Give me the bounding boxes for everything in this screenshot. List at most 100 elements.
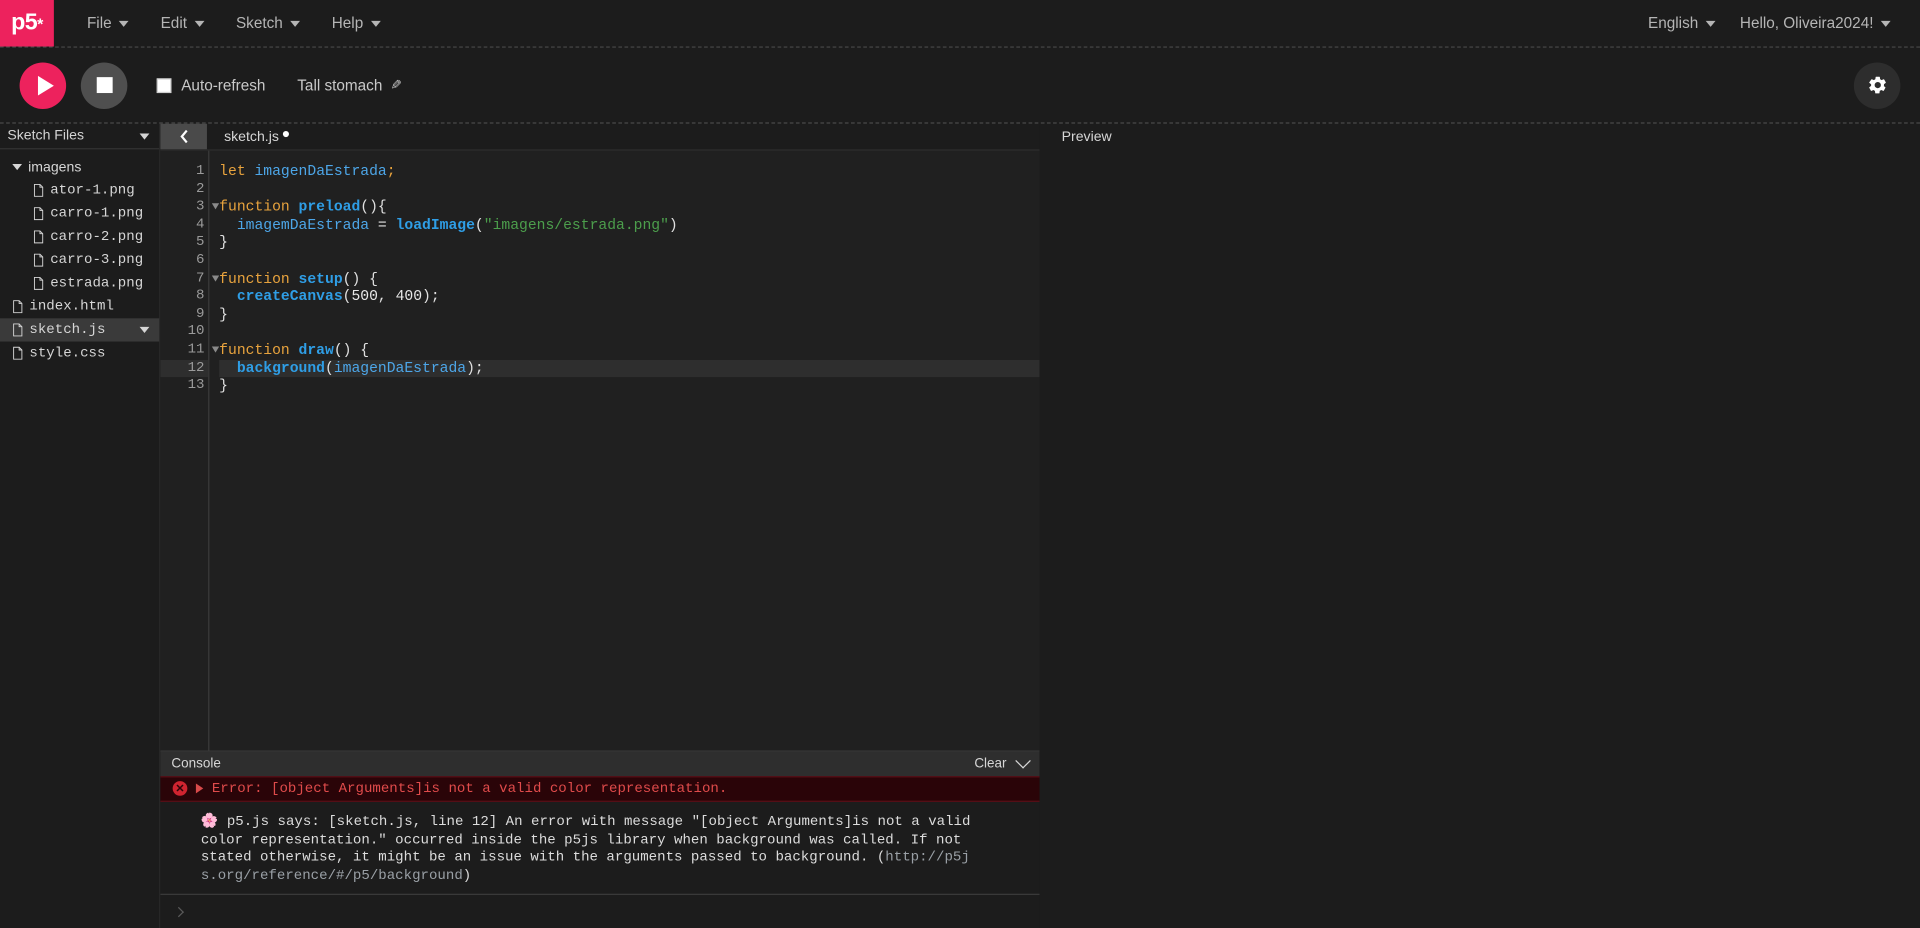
menu-help[interactable]: Help <box>316 0 396 47</box>
error-circle-icon: ✕ <box>172 781 188 797</box>
code-line: } <box>219 234 1039 252</box>
menu-edit[interactable]: Edit <box>145 0 220 47</box>
language-selector[interactable]: English <box>1636 0 1728 47</box>
tree-file-ator-1[interactable]: ator-1.png <box>0 179 159 202</box>
menu-sketch[interactable]: Sketch <box>220 0 316 47</box>
gear-icon <box>1868 76 1886 94</box>
code-token: ( <box>325 359 334 377</box>
workspace: Sketch Files imagens ator-1.png carro-1.… <box>0 123 1920 928</box>
code-token: } <box>219 234 229 252</box>
code-token: () { <box>342 270 378 288</box>
code-content[interactable]: let imagenDaEstrada; function preload(){… <box>209 151 1040 751</box>
console-clear-button[interactable]: Clear <box>974 756 1006 771</box>
p5-logo-asterisk: * <box>37 14 43 33</box>
code-token: background <box>236 359 326 377</box>
code-token: setup <box>298 270 343 288</box>
code-line: } <box>219 306 1039 324</box>
account-menu[interactable]: Hello, Oliveira2024! <box>1728 0 1903 47</box>
code-token: function <box>219 341 290 359</box>
settings-button[interactable] <box>1853 61 1901 109</box>
file-icon <box>13 323 23 337</box>
code-token: imagemDaEstrada <box>236 216 370 234</box>
tree-file-carro-1[interactable]: carro-1.png <box>0 202 159 225</box>
tree-item-label: estrada.png <box>50 275 144 292</box>
p5-web-editor: p5 * File Edit Sketch Help English Hello… <box>0 0 1920 928</box>
code-token: loadImage <box>395 216 475 234</box>
line-number: 9 <box>196 305 205 322</box>
chevron-down-icon[interactable] <box>139 132 150 139</box>
p5-logo[interactable]: p5 * <box>0 0 54 47</box>
tree-item-label: sketch.js <box>29 321 106 338</box>
tree-file-estrada[interactable]: estrada.png <box>0 272 159 295</box>
p5-logo-text: p5 <box>11 9 38 36</box>
auto-refresh-toggle[interactable]: Auto-refresh <box>156 77 265 94</box>
code-token: } <box>219 305 229 323</box>
preview-canvas-area[interactable] <box>1039 149 1920 928</box>
triangle-right-icon[interactable] <box>195 783 204 794</box>
file-icon <box>13 300 23 314</box>
file-icon <box>33 183 44 197</box>
chevron-down-icon[interactable] <box>1015 753 1031 770</box>
chevron-down-icon <box>194 20 205 27</box>
sidebar-header[interactable]: Sketch Files <box>0 124 160 150</box>
tab-sketch-js[interactable]: sketch.js <box>207 124 306 150</box>
editor-tabbar: sketch.js <box>160 123 1040 150</box>
console-header: Console Clear <box>160 751 1040 776</box>
tree-item-label: carro-2.png <box>50 228 144 245</box>
code-line: function preload(){ <box>219 199 1039 217</box>
sidebar: Sketch Files imagens ator-1.png carro-1.… <box>0 123 161 928</box>
sidebar-title: Sketch Files <box>7 128 85 144</box>
preview-header: Preview <box>1040 124 1920 150</box>
code-token: "imagens/estrada.png" <box>483 216 669 234</box>
tree-file-index-html[interactable]: index.html <box>0 295 159 318</box>
code-token: } <box>219 377 229 395</box>
code-token: function <box>219 198 290 216</box>
console-panel: Console Clear ✕ Error: [object Arguments… <box>160 750 1040 928</box>
tree-folder-imagens[interactable]: imagens <box>0 155 159 178</box>
tree-item-label: carro-3.png <box>50 252 144 269</box>
flower-icon: 🌸 <box>200 813 219 830</box>
code-line: function draw() { <box>219 341 1039 359</box>
file-options-chevron-down-icon[interactable] <box>139 326 150 334</box>
stop-button[interactable] <box>80 61 128 109</box>
code-editor[interactable]: 1 2 3 4 5 6 7 8 9 10 11 12 13 let imagen… <box>160 149 1040 751</box>
navbar: p5 * File Edit Sketch Help English Hello… <box>0 0 1920 48</box>
tab-label: sketch.js <box>224 129 279 144</box>
language-label: English <box>1648 14 1699 32</box>
auto-refresh-checkbox[interactable] <box>156 77 172 93</box>
code-token: 500 <box>351 287 378 306</box>
console-error-row[interactable]: ✕ Error: [object Arguments]is not a vali… <box>160 775 1040 802</box>
tree-file-sketch-js[interactable]: sketch.js <box>0 318 160 342</box>
preview-title: Preview <box>1061 129 1112 144</box>
code-line: background(imagenDaEstrada); <box>219 359 1040 378</box>
line-number: 11 <box>160 341 220 359</box>
nav-menu-list: File Edit Sketch Help <box>54 0 396 47</box>
pencil-icon[interactable]: ✎ <box>391 77 402 93</box>
line-number: 5 <box>196 234 205 251</box>
sidebar-collapse-button[interactable] <box>160 123 207 150</box>
line-number: 2 <box>196 180 205 197</box>
console-input[interactable] <box>160 893 1040 928</box>
file-icon <box>33 253 44 267</box>
code-token: createCanvas <box>236 287 343 306</box>
tree-file-style-css[interactable]: style.css <box>0 342 159 365</box>
run-button[interactable] <box>19 61 67 109</box>
menu-edit-label: Edit <box>160 14 187 32</box>
line-number: 7 <box>160 270 220 288</box>
line-number: 1 <box>196 162 205 179</box>
chevron-down-icon <box>290 20 300 27</box>
chevron-down-icon <box>1880 20 1891 27</box>
play-icon <box>37 75 54 95</box>
sketch-name-field[interactable]: Tall stomach ✎ <box>297 77 402 94</box>
chevron-left-icon <box>179 129 188 144</box>
account-label: Hello, Oliveira2024! <box>1739 14 1874 32</box>
tree-file-carro-3[interactable]: carro-3.png <box>0 249 159 272</box>
triangle-down-icon <box>12 164 23 171</box>
line-number-active: 12 <box>160 359 209 378</box>
tree-file-carro-2[interactable]: carro-2.png <box>0 225 159 248</box>
code-token: 400 <box>395 287 423 306</box>
menu-file[interactable]: File <box>71 0 145 47</box>
